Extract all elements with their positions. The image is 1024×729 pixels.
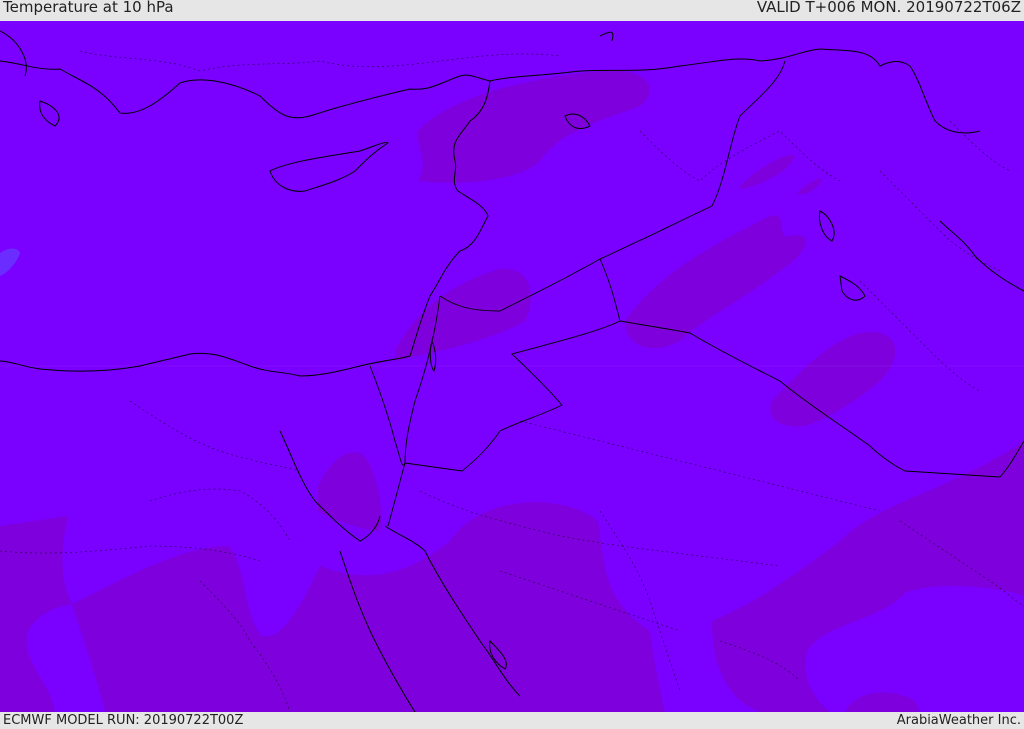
model-run-label: ECMWF MODEL RUN: 20190722T00Z (3, 713, 244, 728)
contour-patch-levant-south (395, 268, 531, 361)
contour-patches (0, 70, 1024, 712)
admin-border-turkey (79, 50, 561, 72)
admin-border-iraq (639, 130, 841, 182)
valid-time-label: VALID T+006 MON. 20190722T06Z (756, 0, 1021, 16)
map-title: Temperature at 10 hPa (3, 0, 174, 16)
contour-patch-sinai (318, 452, 382, 531)
border-israel-egypt (369, 365, 406, 466)
contour-patch-gulf (770, 331, 896, 427)
coastline-egypt-north (0, 352, 361, 377)
admin-border-saudi-1 (519, 420, 881, 512)
contour-patch-zagros-1 (740, 155, 795, 189)
contour-patch-zagros-2 (797, 178, 822, 195)
contour-patch-iraq (625, 215, 807, 349)
admin-border-egypt-1 (129, 400, 301, 472)
contour-patch-south (0, 502, 665, 712)
coastline-persian-gulf (939, 220, 1024, 292)
map-canvas (0, 30, 1024, 712)
credit-label: ArabiaWeather Inc. (896, 713, 1021, 728)
temperature-map (0, 21, 1024, 712)
coastline-gulf-inner (839, 275, 866, 301)
coastline-cyprus (269, 142, 389, 192)
cold-patch (0, 248, 20, 276)
coastline-lake-urmia (819, 210, 835, 242)
header-bar: Temperature at 10 hPa VALID T+006 MON. 2… (0, 0, 1024, 21)
admin-border-iran-3 (949, 120, 1011, 172)
footer-bar: ECMWF MODEL RUN: 20190722T00Z ArabiaWeat… (0, 712, 1024, 729)
coastline-caspian-edge (909, 65, 981, 134)
contour-patch-levant-north (417, 70, 650, 183)
admin-border-egypt-2 (149, 488, 291, 542)
